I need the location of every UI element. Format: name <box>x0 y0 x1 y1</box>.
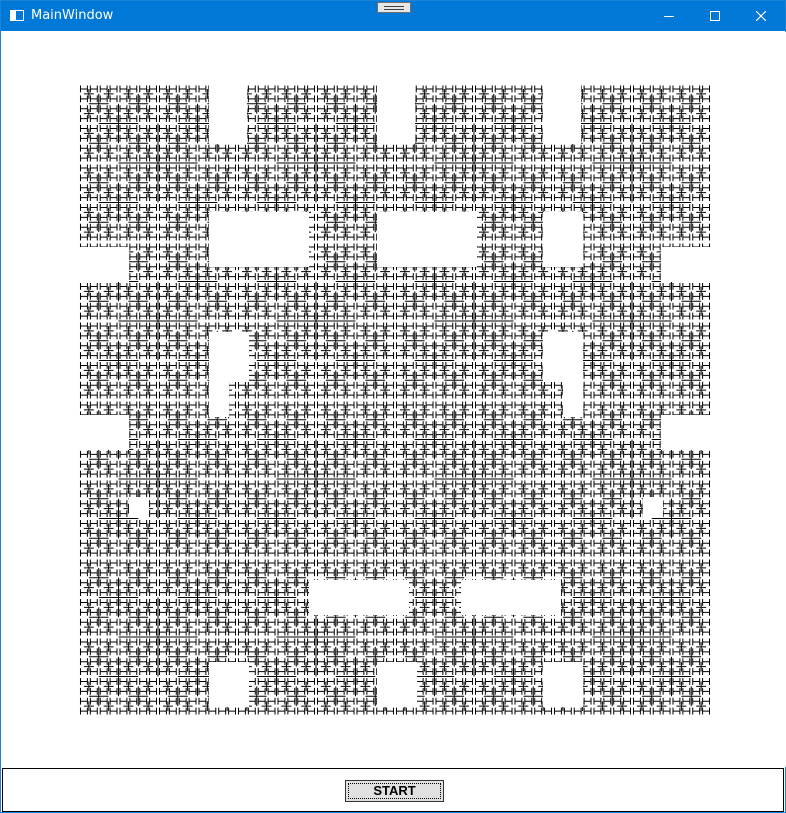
fractal-gap <box>377 84 415 144</box>
fractal-gap <box>209 662 249 707</box>
title-bar[interactable]: MainWindow <box>1 1 785 31</box>
fractal-gap <box>543 332 583 382</box>
close-icon <box>756 11 766 21</box>
minimize-button[interactable] <box>646 1 692 31</box>
window-title: MainWindow <box>31 8 114 23</box>
fractal-gap <box>209 212 309 267</box>
fractal-gap <box>543 84 581 144</box>
fractal-gap <box>377 212 477 267</box>
fractal-gap <box>209 382 229 417</box>
fractal-gap <box>309 580 409 615</box>
control-panel: START <box>2 768 784 812</box>
app-window-icon <box>10 10 24 21</box>
fractal-gap <box>129 497 149 517</box>
start-button[interactable]: START <box>345 780 444 802</box>
fractal-gap <box>461 580 561 615</box>
fractal-gap <box>377 662 417 707</box>
fractal-gap <box>79 415 129 450</box>
fractal-gap <box>643 497 663 517</box>
fractal-drawing <box>79 84 711 715</box>
fractal-gap <box>563 382 583 417</box>
main-window: MainWindow START <box>0 0 786 813</box>
fractal-gap <box>209 332 249 382</box>
title-grip-handle[interactable] <box>377 2 411 13</box>
fractal-path <box>79 85 711 715</box>
fractal-gap <box>543 662 583 707</box>
fractal-gap <box>543 212 583 267</box>
fractal-gap <box>661 247 711 282</box>
fractal-gap <box>661 415 711 450</box>
fractal-gap <box>79 247 129 282</box>
close-button[interactable] <box>738 1 784 31</box>
drawing-canvas <box>2 32 786 767</box>
fractal-gap <box>209 84 247 144</box>
maximize-button[interactable] <box>692 1 738 31</box>
